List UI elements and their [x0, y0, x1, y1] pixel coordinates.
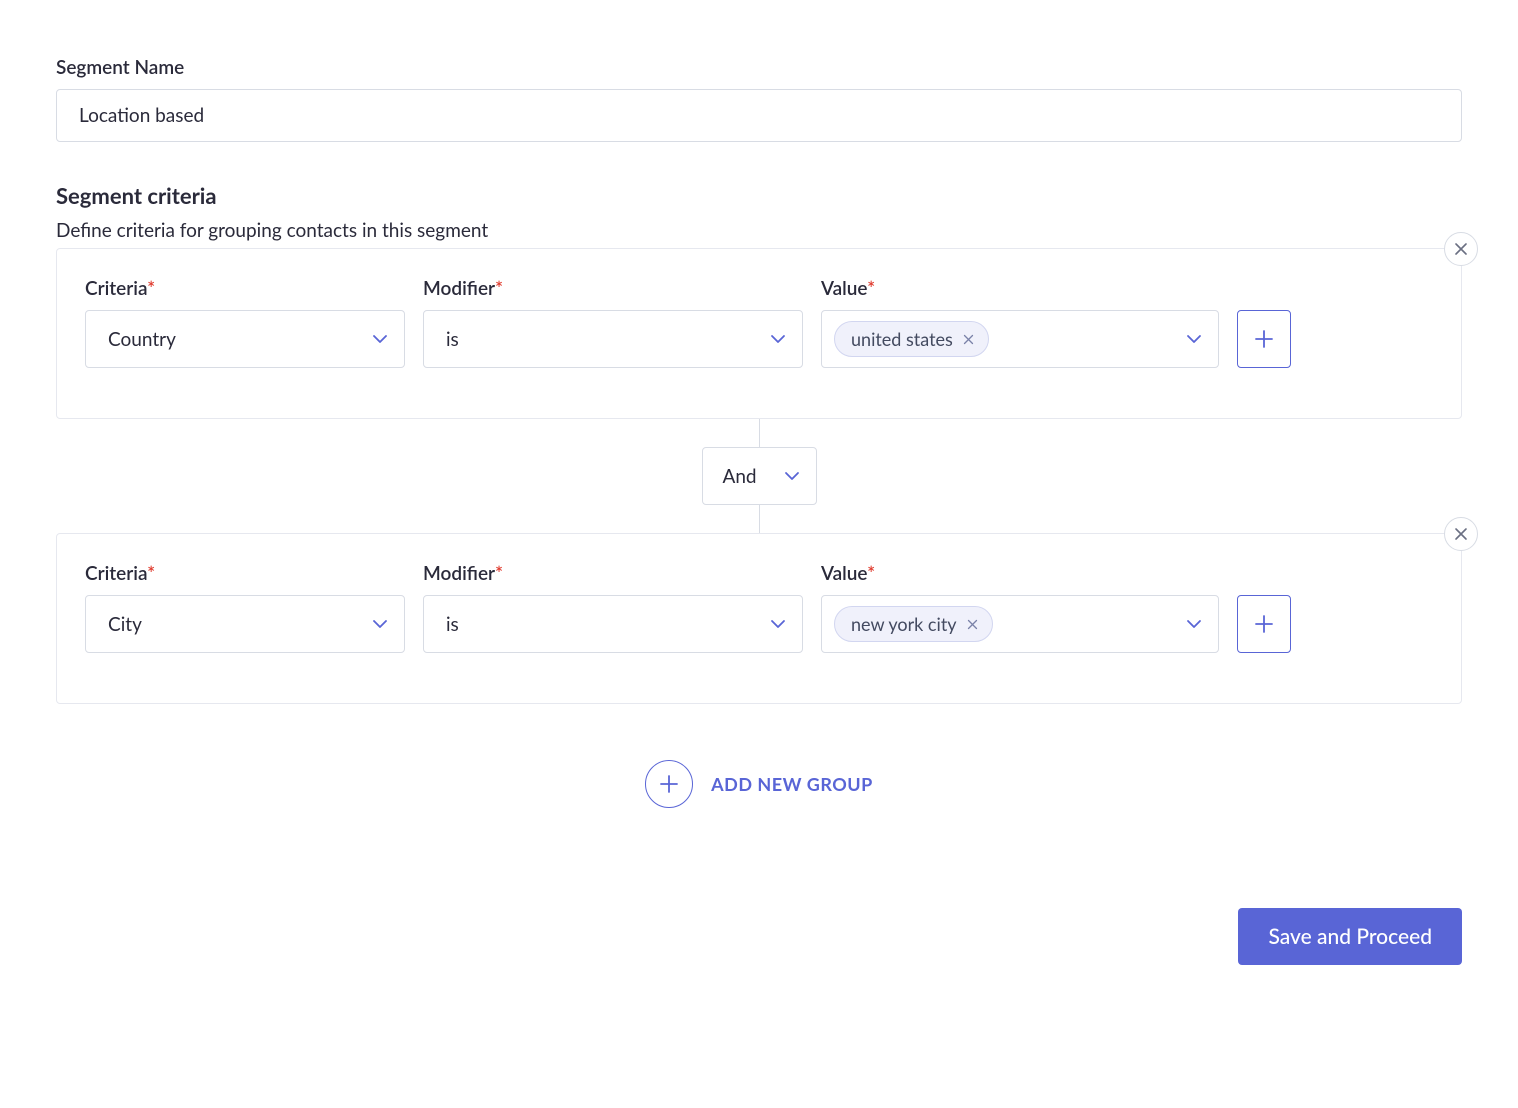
chevron-down-icon	[372, 619, 388, 629]
segment-name-input[interactable]	[56, 89, 1462, 142]
value-chip-text: new york city	[851, 613, 957, 635]
add-condition-button[interactable]	[1237, 310, 1291, 368]
criteria-select-value: Country	[108, 328, 176, 351]
criteria-label: Criteria*	[85, 277, 405, 300]
modifier-label: Modifier*	[423, 562, 803, 585]
plus-icon	[1254, 614, 1274, 634]
criteria-label: Criteria*	[85, 562, 405, 585]
add-group-button[interactable]	[645, 760, 693, 808]
segment-name-label: Segment Name	[56, 56, 1462, 79]
value-chip-text: united states	[851, 328, 953, 350]
criteria-select[interactable]: City	[85, 595, 405, 653]
modifier-select[interactable]: is	[423, 310, 803, 368]
criteria-select-value: City	[108, 613, 142, 636]
remove-group-button[interactable]	[1444, 232, 1478, 266]
value-multiselect[interactable]: united states	[821, 310, 1219, 368]
value-multiselect[interactable]: new york city	[821, 595, 1219, 653]
segment-criteria-heading: Segment criteria	[56, 182, 1462, 209]
connector-select[interactable]: And	[702, 447, 817, 505]
group-connector: And	[56, 419, 1462, 533]
remove-chip-button[interactable]	[967, 619, 978, 630]
add-group-row: ADD NEW GROUP	[56, 760, 1462, 808]
segment-criteria-subheading: Define criteria for grouping contacts in…	[56, 219, 1462, 242]
required-mark: *	[495, 562, 503, 585]
close-icon	[1454, 527, 1468, 541]
plus-icon	[1254, 329, 1274, 349]
chevron-down-icon	[770, 334, 786, 344]
required-mark: *	[495, 277, 503, 300]
value-chip: new york city	[834, 606, 993, 642]
add-group-label[interactable]: ADD NEW GROUP	[711, 773, 873, 795]
required-mark: *	[147, 277, 155, 300]
add-condition-button[interactable]	[1237, 595, 1291, 653]
criteria-select[interactable]: Country	[85, 310, 405, 368]
connector-select-value: And	[723, 465, 757, 488]
required-mark: *	[867, 562, 875, 585]
required-mark: *	[867, 277, 875, 300]
plus-icon	[659, 774, 679, 794]
remove-chip-button[interactable]	[963, 334, 974, 345]
criteria-group: Criteria* Country Modifier* is Value* un	[56, 248, 1462, 419]
value-label: Value*	[821, 277, 1219, 300]
close-icon	[1454, 242, 1468, 256]
modifier-select[interactable]: is	[423, 595, 803, 653]
value-label: Value*	[821, 562, 1219, 585]
chevron-down-icon	[1186, 334, 1202, 344]
required-mark: *	[147, 562, 155, 585]
chevron-down-icon	[372, 334, 388, 344]
criteria-group: Criteria* City Modifier* is Value* new y	[56, 533, 1462, 704]
chevron-down-icon	[770, 619, 786, 629]
chevron-down-icon	[784, 471, 800, 481]
value-chip: united states	[834, 321, 989, 357]
save-and-proceed-button[interactable]: Save and Proceed	[1238, 908, 1462, 965]
modifier-label: Modifier*	[423, 277, 803, 300]
chevron-down-icon	[1186, 619, 1202, 629]
modifier-select-value: is	[446, 328, 459, 351]
modifier-select-value: is	[446, 613, 459, 636]
connector-line	[759, 505, 760, 533]
connector-line	[759, 419, 760, 447]
remove-group-button[interactable]	[1444, 517, 1478, 551]
